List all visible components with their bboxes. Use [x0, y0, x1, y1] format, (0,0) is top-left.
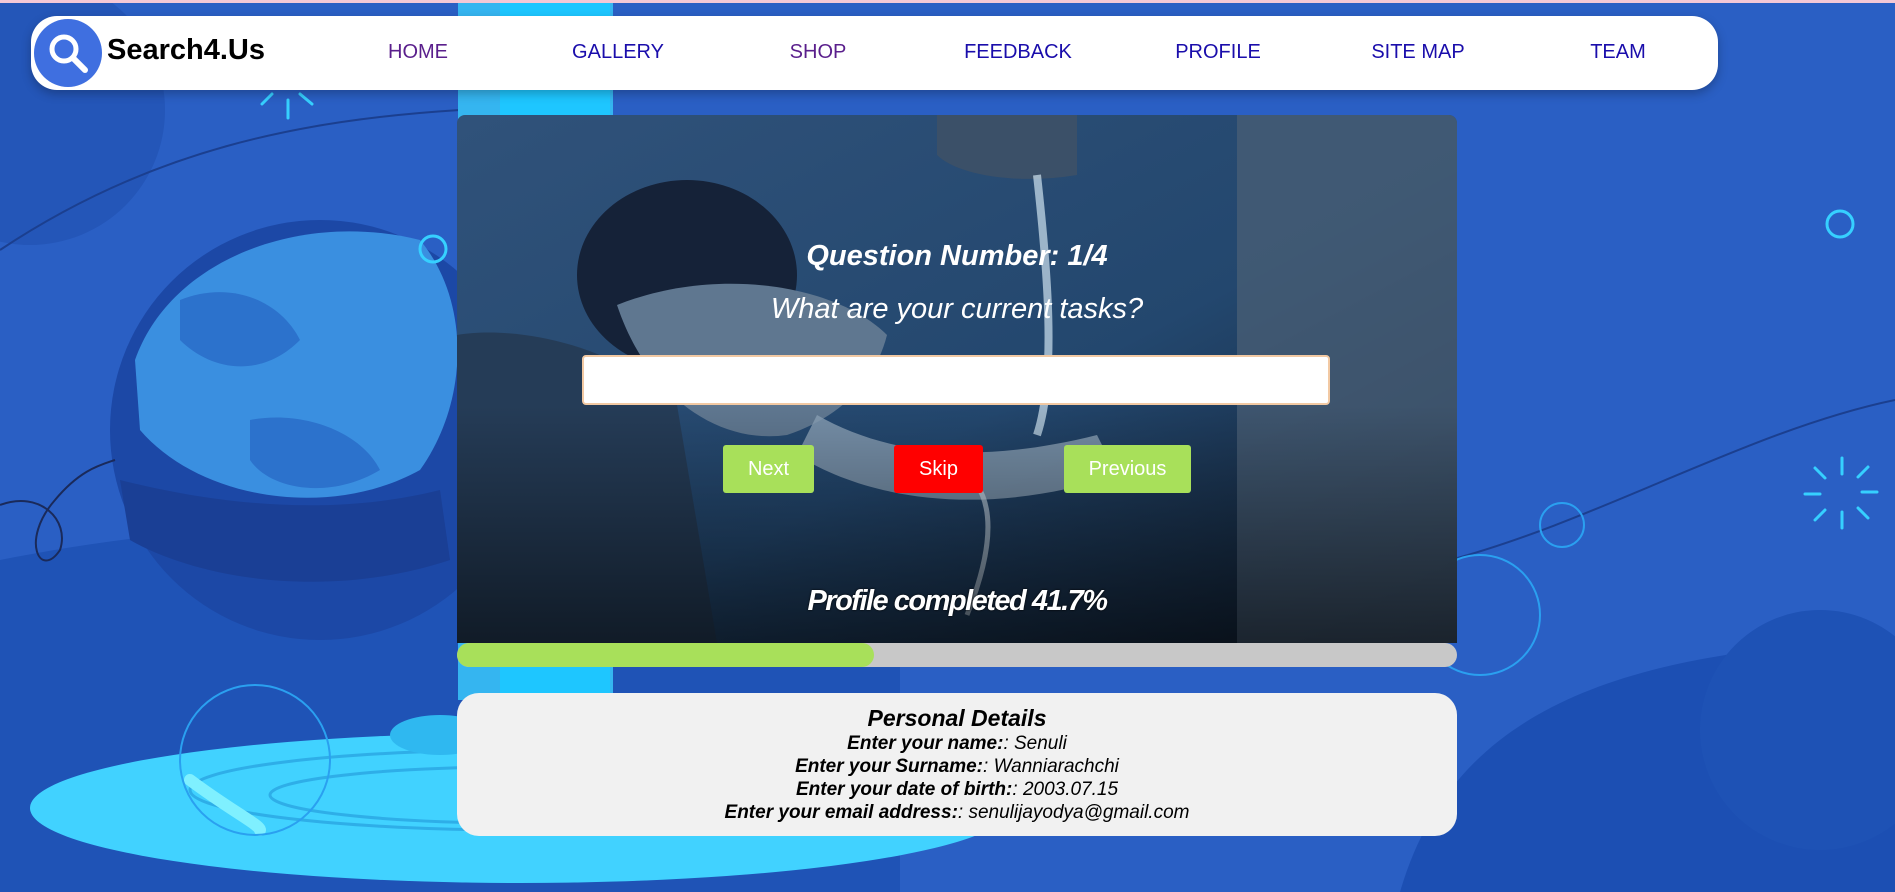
quiz-card: Question Number: 1/4 What are your curre…: [457, 115, 1457, 643]
nav-team[interactable]: TEAM: [1590, 41, 1646, 64]
previous-button[interactable]: Previous: [1064, 445, 1191, 493]
nav-feedback[interactable]: FEEDBACK: [964, 41, 1072, 64]
detail-row-surname: Enter your Surname:: Wanniarachchi: [457, 755, 1457, 778]
personal-details-title: Personal Details: [867, 705, 1047, 731]
profile-progress-bar: [457, 643, 1457, 667]
question-number: Question Number: 1/4: [806, 240, 1108, 272]
progress-bar-fill: [457, 643, 874, 667]
detail-value: Senuli: [1014, 733, 1067, 754]
nav-gallery[interactable]: GALLERY: [572, 41, 664, 64]
detail-row-name: Enter your name:: Senuli: [457, 732, 1457, 755]
detail-separator: :: [1012, 779, 1023, 800]
answer-input[interactable]: [582, 355, 1330, 405]
detail-label: Enter your date of birth:: [795, 779, 1013, 800]
question-text: What are your current tasks?: [770, 293, 1144, 325]
nav-site-map[interactable]: SITE MAP: [1371, 41, 1464, 64]
brand-name: Search4.Us: [107, 34, 265, 66]
nav-home[interactable]: HOME: [388, 41, 448, 64]
skip-button[interactable]: Skip: [894, 445, 983, 493]
personal-details-panel: Personal Details Enter your name:: Senul…: [457, 693, 1457, 836]
top-accent-line: [0, 0, 1895, 3]
profile-progress-text: Profile completed 41.7%: [807, 585, 1108, 617]
detail-row-dob: Enter your date of birth:: 2003.07.15: [457, 778, 1457, 801]
navbar: Search4.Us HOME GALLERY SHOP FEEDBACK PR…: [31, 16, 1718, 90]
detail-row-email: Enter your email address:: senulijayodya…: [457, 801, 1457, 824]
nav-shop[interactable]: SHOP: [790, 41, 847, 64]
nav-profile[interactable]: PROFILE: [1175, 41, 1261, 64]
detail-label: Enter your Surname:: [795, 756, 984, 777]
detail-value: senulijayodya@gmail.com: [968, 802, 1190, 823]
detail-separator: :: [1003, 733, 1014, 754]
detail-value: 2003.07.15: [1022, 779, 1119, 800]
detail-value: Wanniarachchi: [993, 756, 1119, 777]
next-button[interactable]: Next: [723, 445, 814, 493]
detail-separator: :: [983, 756, 994, 777]
detail-separator: :: [957, 802, 969, 823]
logo[interactable]: [34, 19, 102, 87]
search-icon: [49, 34, 88, 73]
detail-label: Enter your name:: [847, 733, 1004, 754]
detail-label: Enter your email address:: [724, 802, 958, 823]
